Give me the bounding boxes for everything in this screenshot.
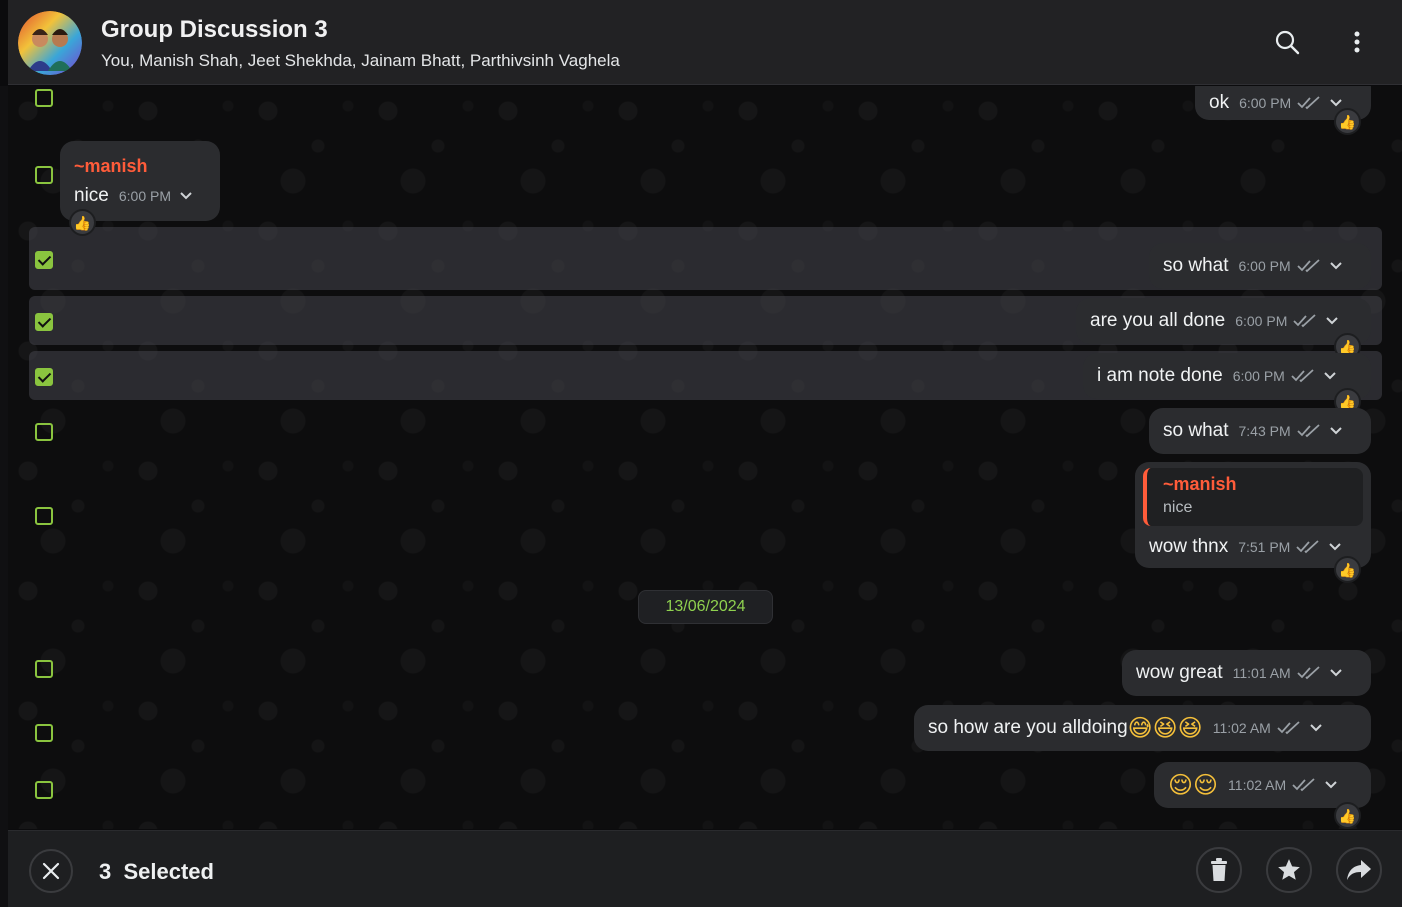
menu-button[interactable]: [1339, 24, 1375, 60]
search-icon: [1275, 30, 1300, 55]
message-time: 6:00 PM: [1238, 258, 1291, 274]
message-select-checkbox[interactable]: [35, 423, 53, 441]
selected-count-number: 3: [99, 859, 112, 884]
chat-header[interactable]: Group Discussion 3 You, Manish Shah, Jee…: [8, 0, 1402, 85]
double-check-icon: [1293, 314, 1317, 328]
chat-members: You, Manish Shah, Jeet Shekhda, Jainam B…: [101, 51, 620, 70]
message-list[interactable]: ok 6:00 PM 👍 ~manish nice 6:00 PM 👍 so w…: [8, 86, 1402, 829]
chevron-down-icon[interactable]: [1329, 426, 1343, 436]
message-bubble-outgoing-reply[interactable]: ~manish nice wow thnx 7:51 PM: [1135, 462, 1371, 568]
message-bubble-outgoing[interactable]: so what 7:43 PM: [1149, 408, 1371, 454]
double-check-icon: [1297, 666, 1321, 680]
chat-title: Group Discussion 3: [101, 16, 328, 43]
close-icon: [42, 862, 60, 880]
message-time: 6:00 PM: [1232, 368, 1285, 384]
message-text: ok: [1209, 92, 1230, 113]
message-time: 11:01 AM: [1232, 665, 1291, 681]
double-check-icon: [1277, 721, 1301, 735]
chevron-down-icon[interactable]: [1329, 261, 1343, 271]
forward-icon: [1347, 860, 1371, 880]
star-button[interactable]: [1266, 847, 1312, 893]
message-bubble-outgoing[interactable]: so how are you alldoing 😅😆😆 11:02 AM: [914, 705, 1371, 751]
date-divider: 13/06/2024: [638, 590, 773, 624]
message-select-checkbox[interactable]: [35, 89, 53, 107]
chevron-down-icon[interactable]: [1325, 316, 1339, 326]
reaction-emoji: 👍: [1338, 561, 1357, 578]
chevron-down-icon[interactable]: [1324, 780, 1338, 790]
message-bubble-outgoing[interactable]: i am note done 6:00 PM: [1083, 353, 1371, 399]
chevron-down-icon[interactable]: [1329, 98, 1343, 108]
message-time: 7:43 PM: [1238, 423, 1291, 439]
left-edge-strip: [0, 86, 8, 907]
chevron-down-icon[interactable]: [1328, 542, 1342, 552]
quoted-sender: ~manish: [1163, 474, 1237, 494]
reaction-thumbs-up[interactable]: 👍: [1334, 556, 1361, 583]
reaction-thumbs-up[interactable]: 👍: [1334, 108, 1361, 135]
delete-button[interactable]: [1196, 847, 1242, 893]
group-avatar[interactable]: [18, 11, 82, 75]
search-button[interactable]: [1269, 24, 1305, 60]
message-select-checkbox[interactable]: [35, 166, 53, 184]
double-check-icon: [1296, 424, 1321, 438]
double-check-icon: [1296, 540, 1320, 554]
message-select-checkbox[interactable]: [35, 251, 53, 269]
message-text: so how are you alldoing: [928, 717, 1128, 738]
message-select-checkbox[interactable]: [35, 313, 53, 331]
message-time: 11:02 AM: [1228, 777, 1287, 793]
selected-count-label: Selected: [123, 859, 214, 884]
message-select-checkbox[interactable]: [35, 781, 53, 799]
delete-icon: [1211, 858, 1227, 881]
message-text: i am note done: [1097, 365, 1223, 386]
chevron-down-icon[interactable]: [1323, 371, 1337, 381]
message-text: so what: [1163, 255, 1229, 276]
chevron-down-icon[interactable]: [1309, 723, 1323, 733]
reaction-thumbs-up[interactable]: 👍: [1334, 802, 1361, 829]
double-check-icon: [1297, 96, 1321, 110]
forward-button[interactable]: [1336, 847, 1382, 893]
message-select-checkbox[interactable]: [35, 660, 53, 678]
message-time: 6:00 PM: [118, 187, 171, 204]
message-time: 11:02 AM: [1212, 720, 1271, 736]
message-select-checkbox[interactable]: [35, 368, 53, 386]
message-text: wow thnx: [1149, 536, 1229, 557]
message-text: wow great: [1136, 662, 1223, 683]
quoted-message[interactable]: ~manish nice: [1143, 468, 1363, 526]
message-text: nice: [74, 184, 109, 206]
message-select-checkbox[interactable]: [35, 724, 53, 742]
chevron-down-icon[interactable]: [179, 191, 193, 201]
message-time: 7:51 PM: [1238, 539, 1291, 555]
sender-name: ~manish: [74, 155, 148, 176]
message-time: 6:00 PM: [1235, 313, 1288, 329]
reaction-emoji: 👍: [1338, 807, 1357, 824]
reaction-thumbs-up[interactable]: 👍: [69, 209, 96, 236]
message-emojis: 😌😌: [1168, 771, 1219, 799]
selected-count: 3 Selected: [99, 859, 214, 885]
chevron-down-icon[interactable]: [1329, 668, 1343, 678]
reaction-emoji: 👍: [1338, 113, 1357, 130]
double-check-icon: [1296, 259, 1321, 273]
reaction-emoji: 👍: [1338, 393, 1357, 410]
message-bubble-outgoing[interactable]: are you all done 6:00 PM: [1076, 298, 1371, 344]
message-emojis: 😅😆😆: [1127, 714, 1203, 742]
reaction-emoji: 👍: [73, 214, 92, 231]
close-selection-button[interactable]: [29, 849, 73, 893]
more-vert-icon: [1354, 31, 1360, 53]
quoted-text: nice: [1163, 499, 1193, 516]
message-text: are you all done: [1090, 310, 1226, 331]
star-icon: [1278, 859, 1300, 880]
message-time: 6:00 PM: [1239, 95, 1292, 111]
reaction-emoji: 👍: [1338, 338, 1357, 355]
message-select-checkbox[interactable]: [35, 507, 53, 525]
double-check-icon: [1292, 778, 1316, 792]
message-bubble-outgoing[interactable]: 😌😌 11:02 AM: [1154, 762, 1371, 808]
message-bubble-outgoing[interactable]: so what 6:00 PM: [1149, 243, 1371, 289]
selection-toolbar: 3 Selected: [8, 830, 1402, 907]
double-check-icon: [1291, 369, 1315, 383]
message-text: so what: [1163, 420, 1229, 441]
message-bubble-outgoing[interactable]: wow great 11:01 AM: [1122, 650, 1371, 696]
